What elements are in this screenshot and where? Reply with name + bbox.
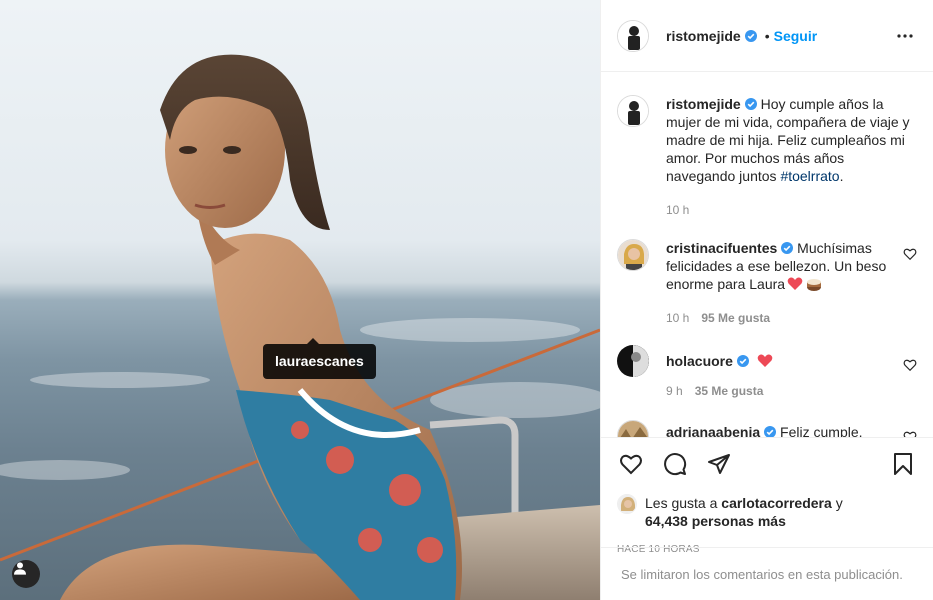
comment-likes[interactable]: 95 Me gusta <box>701 309 770 327</box>
paper-plane-icon <box>708 454 730 474</box>
caption-meta: 10 h <box>666 201 917 219</box>
caption-avatar[interactable] <box>617 95 649 127</box>
post-actions: Les gusta a carlotacorredera y 64,438 pe… <box>601 437 933 555</box>
author-username[interactable]: ristomejide <box>666 28 741 44</box>
comment-text: Feliz cumple, <box>780 424 863 437</box>
heart-icon <box>620 454 642 475</box>
caption-avatar-image <box>618 96 648 126</box>
verified-badge-icon <box>781 242 794 254</box>
like-comment-heart-icon[interactable] <box>903 430 917 437</box>
photo-illustration <box>0 54 600 600</box>
liker-avatar-image <box>618 495 636 513</box>
save-button[interactable] <box>889 450 917 478</box>
red-heart-emoji-icon <box>787 277 803 290</box>
comment-username[interactable]: cristinacifuentes <box>666 240 777 256</box>
post-header: ristomejide • Seguir <box>601 0 933 72</box>
caption-time[interactable]: 10 h <box>666 201 689 219</box>
bookmark-icon <box>894 453 912 475</box>
likes-prefix: Les gusta a <box>645 495 718 511</box>
comment-avatar-image <box>617 345 649 377</box>
more-dots-icon <box>897 33 913 38</box>
comment-item: holacuore 9 h 35 Me gusta <box>617 345 917 400</box>
comment-bubble-icon <box>664 453 687 476</box>
follow-button[interactable]: Seguir <box>774 28 818 44</box>
comment-avatar[interactable] <box>617 420 649 437</box>
post-photo[interactable]: lauraescanes <box>0 0 600 600</box>
comment-item: cristinacifuentes Muchísimas felicidades… <box>617 239 917 327</box>
likes-user[interactable]: carlotacorredera <box>721 495 832 511</box>
comment-avatar[interactable] <box>617 345 649 377</box>
like-comment-heart-icon[interactable] <box>903 358 917 372</box>
caption-hashtag[interactable]: #toelrrato <box>780 168 839 184</box>
more-options-button[interactable] <box>893 24 917 48</box>
comment-time[interactable]: 10 h <box>666 309 689 327</box>
comment-avatar[interactable] <box>617 239 649 271</box>
author-avatar[interactable] <box>617 19 649 52</box>
caption: ristomejide Hoy cumple años la mujer de … <box>617 95 917 219</box>
caption-username[interactable]: ristomejide <box>666 96 741 112</box>
like-button[interactable] <box>617 450 645 478</box>
likes-summary: Les gusta a carlotacorredera y 64,438 pe… <box>617 494 917 530</box>
comment-likes[interactable]: 35 Me gusta <box>695 382 764 400</box>
post-side-panel: ristomejide • Seguir ristomejide Hoy cum… <box>600 0 933 600</box>
verified-badge-icon <box>744 98 757 110</box>
user-tag-bubble[interactable]: lauraescanes <box>263 338 376 379</box>
cake-emoji-icon <box>807 279 822 291</box>
comment-username[interactable]: adrianaabenia <box>666 424 760 437</box>
comments-limited-notice: Se limitaron los comentarios en esta pub… <box>601 547 933 600</box>
comment-time[interactable]: 9 h <box>666 382 683 400</box>
comments-list[interactable]: ristomejide Hoy cumple años la mujer de … <box>601 73 933 437</box>
comment-username[interactable]: holacuore <box>666 353 733 369</box>
verified-badge-icon <box>744 29 757 42</box>
caption-end: . <box>839 168 844 184</box>
person-icon <box>14 562 26 575</box>
comment-meta: 9 h 35 Me gusta <box>666 382 893 400</box>
comment-meta: 10 h 95 Me gusta <box>666 309 893 327</box>
likes-others[interactable]: 64,438 personas más <box>645 513 786 529</box>
red-heart-emoji-icon <box>757 354 773 367</box>
separator-dot: • <box>764 27 770 44</box>
comment-button[interactable] <box>661 450 689 478</box>
liker-avatar[interactable] <box>617 494 637 514</box>
comment-avatar-image <box>618 240 648 270</box>
comment-avatar-image <box>618 421 648 437</box>
verified-badge-icon <box>764 426 777 437</box>
comment-item: adrianaabenia Feliz cumple, <box>617 420 917 437</box>
user-tags-button[interactable] <box>12 560 40 588</box>
verified-badge-icon <box>736 355 749 367</box>
action-icons <box>617 450 917 478</box>
like-comment-heart-icon[interactable] <box>903 247 917 261</box>
likes-conj: y <box>835 495 843 511</box>
share-button[interactable] <box>705 450 733 478</box>
author-avatar-image <box>618 20 648 51</box>
